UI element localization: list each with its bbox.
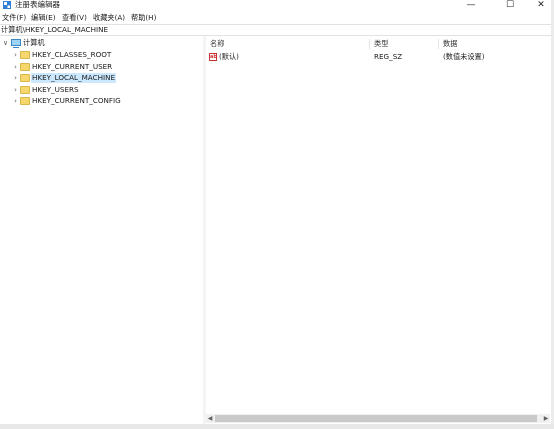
tree-node-label[interactable]: HKEY_USERS bbox=[32, 85, 79, 95]
tree-node-hku[interactable]: › HKEY_USERS bbox=[0, 85, 200, 95]
folder-icon bbox=[20, 74, 30, 82]
scroll-right-arrow-icon[interactable]: ▶ bbox=[542, 414, 550, 423]
value-row[interactable]: ab (默认) REG_SZ (数值未设置) bbox=[206, 52, 546, 62]
tree-node-hkcc[interactable]: › HKEY_CURRENT_CONFIG bbox=[0, 96, 200, 106]
maximize-button[interactable]: ☐ bbox=[497, 0, 523, 11]
computer-stand-icon bbox=[13, 47, 19, 48]
column-separator[interactable] bbox=[438, 39, 439, 49]
expand-chevron-icon[interactable]: › bbox=[12, 50, 19, 60]
tree-node-label[interactable]: HKEY_CURRENT_CONFIG bbox=[32, 96, 121, 106]
status-bar bbox=[0, 424, 554, 429]
column-header-data[interactable]: 数据 bbox=[443, 39, 457, 49]
computer-icon bbox=[11, 39, 21, 46]
tree-node-hkcr[interactable]: › HKEY_CLASSES_ROOT bbox=[0, 50, 200, 60]
title-bar: 注册表编辑器 — ☐ ✕ bbox=[0, 0, 554, 11]
scroll-left-arrow-icon[interactable]: ◀ bbox=[206, 414, 214, 423]
address-path[interactable]: 计算机\HKEY_LOCAL_MACHINE bbox=[1, 25, 108, 35]
expand-chevron-icon[interactable]: › bbox=[12, 96, 19, 106]
column-separator[interactable] bbox=[369, 39, 370, 49]
tree-node-hklm[interactable]: › HKEY_LOCAL_MACHINE bbox=[0, 73, 200, 83]
expand-chevron-icon[interactable]: › bbox=[12, 62, 19, 72]
menu-edit[interactable]: 编辑(E) bbox=[31, 12, 56, 23]
minimize-button[interactable]: — bbox=[458, 0, 484, 11]
folder-icon bbox=[20, 63, 30, 71]
collapse-chevron-icon[interactable]: ∨ bbox=[2, 38, 9, 48]
folder-icon bbox=[20, 86, 30, 94]
horizontal-scrollbar[interactable]: ◀ ▶ bbox=[206, 414, 550, 423]
window-title: 注册表编辑器 bbox=[15, 0, 60, 9]
menu-view[interactable]: 查看(V) bbox=[62, 12, 87, 23]
address-bar[interactable]: 计算机\HKEY_LOCAL_MACHINE bbox=[0, 24, 554, 36]
expand-chevron-icon[interactable]: › bbox=[12, 85, 19, 95]
key-tree-pane[interactable]: ∨ 计算机 › HKEY_CLASSES_ROOT › HKEY_CURRENT… bbox=[0, 36, 204, 424]
value-type: REG_SZ bbox=[374, 52, 403, 61]
value-list-pane[interactable]: 名称 类型 数据 ab (默认) REG_SZ (数值未设置) bbox=[206, 36, 550, 414]
tree-node-label[interactable]: HKEY_CLASSES_ROOT bbox=[32, 50, 111, 60]
column-header-type[interactable]: 类型 bbox=[374, 39, 388, 49]
scrollbar-thumb[interactable] bbox=[215, 415, 537, 422]
menu-file[interactable]: 文件(F) bbox=[2, 12, 26, 23]
column-header-name[interactable]: 名称 bbox=[210, 39, 224, 49]
folder-icon bbox=[20, 97, 30, 105]
tree-node-computer[interactable]: ∨ 计算机 bbox=[0, 38, 200, 48]
value-name[interactable]: (默认) bbox=[219, 52, 239, 62]
value-data: (数值未设置) bbox=[443, 52, 485, 61]
tree-node-hkcu[interactable]: › HKEY_CURRENT_USER bbox=[0, 62, 200, 72]
menu-help[interactable]: 帮助(H) bbox=[131, 12, 156, 23]
regedit-app-icon bbox=[3, 1, 11, 9]
string-value-icon: ab bbox=[209, 53, 217, 61]
menu-favorites[interactable]: 收藏夹(A) bbox=[93, 12, 125, 23]
menu-bar: 文件(F) 编辑(E) 查看(V) 收藏夹(A) 帮助(H) bbox=[0, 12, 554, 23]
tree-node-label-selected[interactable]: HKEY_LOCAL_MACHINE bbox=[31, 73, 117, 83]
tree-node-label[interactable]: 计算机 bbox=[23, 38, 45, 48]
tree-node-label[interactable]: HKEY_CURRENT_USER bbox=[32, 62, 112, 72]
expand-chevron-icon[interactable]: › bbox=[12, 73, 19, 83]
folder-icon bbox=[20, 51, 30, 59]
